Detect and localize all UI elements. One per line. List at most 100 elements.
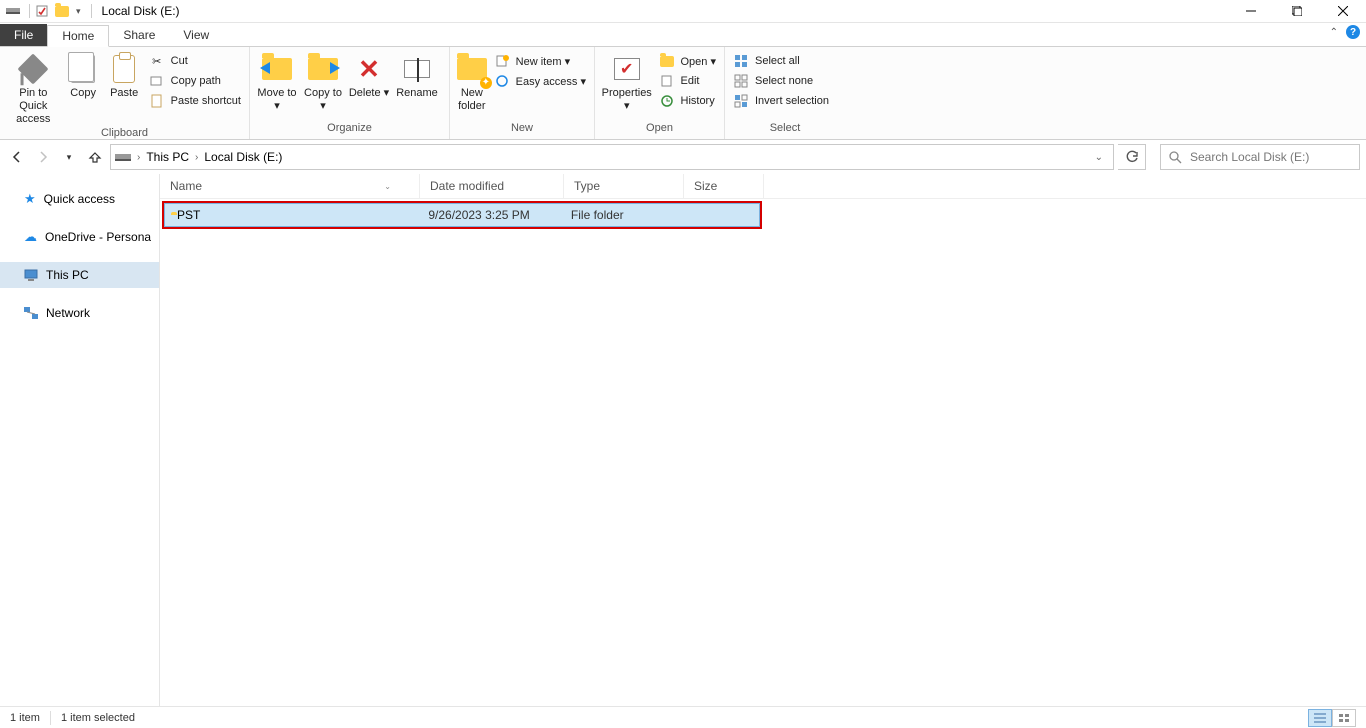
copy-to-label: Copy to ▾ — [300, 87, 346, 113]
qat-separator — [29, 4, 30, 18]
group-label-clipboard: Clipboard — [4, 126, 245, 140]
column-header-size[interactable]: Size — [684, 174, 764, 198]
tab-view[interactable]: View — [169, 24, 223, 46]
file-date: 9/26/2023 3:25 PM — [418, 208, 561, 222]
column-header-name[interactable]: Name ⌄ — [160, 174, 420, 198]
move-to-button[interactable]: Move to ▾ — [254, 51, 300, 113]
edit-label: Edit — [681, 75, 700, 87]
breadcrumb-local-disk[interactable]: Local Disk (E:) — [204, 150, 282, 164]
address-bar[interactable]: › This PC › Local Disk (E:) ⌄ — [110, 144, 1114, 170]
new-item-button[interactable]: New item ▾ — [494, 53, 586, 69]
properties-icon: ✔ — [611, 53, 643, 85]
up-button[interactable] — [84, 146, 106, 168]
new-folder-button[interactable]: ✦ New folder — [454, 51, 490, 113]
open-icon — [659, 53, 675, 69]
history-icon — [659, 93, 675, 109]
cut-label: Cut — [171, 55, 188, 67]
group-new: ✦ New folder New item ▾ Easy access ▾ — [450, 47, 595, 139]
details-view-button[interactable] — [1308, 709, 1332, 727]
copy-icon — [67, 53, 99, 85]
window-controls — [1228, 0, 1366, 23]
copy-path-label: Copy path — [171, 75, 221, 87]
copy-button[interactable]: Copy — [63, 51, 104, 100]
invert-label: Invert selection — [755, 95, 829, 107]
rename-button[interactable]: Rename — [392, 51, 442, 100]
select-all-button[interactable]: Select all — [733, 53, 829, 69]
delete-icon: ✕ — [353, 53, 385, 85]
select-all-label: Select all — [755, 55, 800, 67]
address-dropdown-icon[interactable]: ⌄ — [1089, 152, 1109, 163]
pin-to-quick-access-button[interactable]: Pin to Quick access — [4, 51, 63, 126]
properties-qat-icon[interactable] — [34, 3, 50, 19]
large-icons-view-button[interactable] — [1332, 709, 1356, 727]
copy-label: Copy — [70, 87, 96, 100]
group-clipboard: Pin to Quick access Copy Paste ✂ Cut — [0, 47, 250, 139]
properties-label: Properties▾ — [602, 87, 652, 113]
nav-this-pc[interactable]: This PC — [0, 262, 159, 288]
paste-shortcut-button[interactable]: Paste shortcut — [149, 93, 241, 109]
paste-shortcut-icon — [149, 93, 165, 109]
copy-path-button[interactable]: Copy path — [149, 73, 241, 89]
select-none-button[interactable]: Select none — [733, 73, 829, 89]
forward-button[interactable] — [32, 146, 54, 168]
breadcrumb-this-pc[interactable]: This PC — [146, 150, 189, 164]
invert-selection-button[interactable]: Invert selection — [733, 93, 829, 109]
tab-file[interactable]: File — [0, 24, 47, 46]
edit-icon — [659, 73, 675, 89]
paste-icon — [108, 53, 140, 85]
rename-icon — [401, 53, 433, 85]
search-placeholder: Search Local Disk (E:) — [1190, 150, 1309, 164]
nav-onedrive-label: OneDrive - Persona — [45, 230, 151, 244]
minimize-button[interactable] — [1228, 0, 1274, 23]
navigation-pane: ★ Quick access ☁ OneDrive - Persona This… — [0, 174, 160, 706]
nav-this-pc-label: This PC — [46, 268, 89, 282]
pushpin-icon — [17, 53, 49, 85]
group-label-organize: Organize — [254, 121, 445, 139]
tab-home[interactable]: Home — [47, 25, 109, 47]
address-row: ▾ › This PC › Local Disk (E:) ⌄ Search L… — [0, 140, 1366, 174]
file-name: PST — [177, 208, 200, 222]
group-organize: Move to ▾ Copy to ▾ ✕ Delete ▾ Rename Or… — [250, 47, 450, 139]
copy-to-icon — [307, 53, 339, 85]
edit-button[interactable]: Edit — [659, 73, 717, 89]
group-select: Select all Select none Invert selection … — [725, 47, 845, 139]
open-button[interactable]: Open ▾ — [659, 53, 717, 69]
column-header-type[interactable]: Type — [564, 174, 684, 198]
properties-button[interactable]: ✔ Properties▾ — [599, 51, 655, 113]
group-open: ✔ Properties▾ Open ▾ Edit — [595, 47, 725, 139]
maximize-button[interactable] — [1274, 0, 1320, 23]
invert-selection-icon — [733, 93, 749, 109]
refresh-button[interactable] — [1118, 144, 1146, 170]
paste-label: Paste — [110, 87, 138, 100]
select-none-icon — [733, 73, 749, 89]
close-button[interactable] — [1320, 0, 1366, 23]
file-row-pst[interactable]: PST 9/26/2023 3:25 PM File folder — [164, 203, 760, 227]
breadcrumb-sep-icon[interactable]: › — [195, 152, 198, 163]
history-button[interactable]: History — [659, 93, 717, 109]
easy-access-button[interactable]: Easy access ▾ — [494, 73, 586, 89]
breadcrumb-sep-icon[interactable]: › — [137, 152, 140, 163]
qat-dropdown-icon[interactable]: ▾ — [76, 6, 81, 17]
folder-qat-icon[interactable] — [54, 3, 70, 19]
column-header-date[interactable]: Date modified — [420, 174, 564, 198]
easy-access-label: Easy access ▾ — [516, 75, 586, 88]
cloud-icon: ☁ — [24, 229, 37, 245]
tab-share[interactable]: Share — [109, 24, 169, 46]
back-button[interactable] — [6, 146, 28, 168]
drive-breadcrumb-icon — [115, 151, 131, 163]
new-folder-icon: ✦ — [456, 53, 488, 85]
search-box[interactable]: Search Local Disk (E:) — [1160, 144, 1360, 170]
paste-button[interactable]: Paste — [104, 51, 145, 100]
copy-to-button[interactable]: Copy to ▾ — [300, 51, 346, 113]
collapse-ribbon-icon[interactable]: ⌃ — [1330, 27, 1338, 38]
nav-network[interactable]: Network — [0, 300, 159, 326]
nav-quick-access[interactable]: ★ Quick access — [0, 186, 159, 212]
delete-button[interactable]: ✕ Delete ▾ — [346, 51, 392, 100]
status-selected-count: 1 item selected — [61, 712, 135, 724]
help-icon[interactable]: ? — [1346, 25, 1360, 39]
copy-path-icon — [149, 73, 165, 89]
recent-locations-button[interactable]: ▾ — [58, 146, 80, 168]
history-label: History — [681, 95, 715, 107]
nav-onedrive[interactable]: ☁ OneDrive - Persona — [0, 224, 159, 250]
cut-button[interactable]: ✂ Cut — [149, 53, 241, 69]
